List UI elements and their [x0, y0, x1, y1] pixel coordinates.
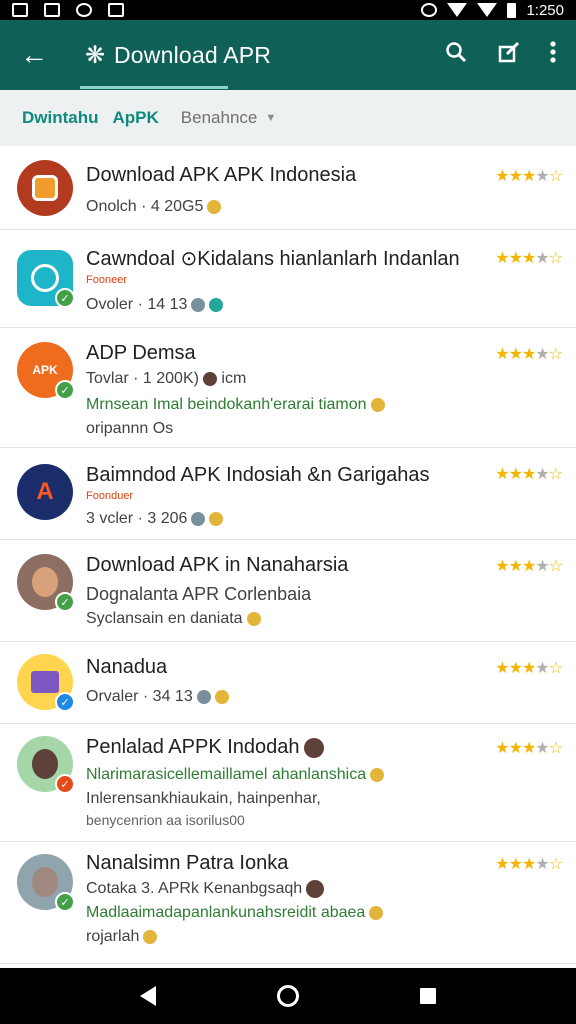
item-subtitle: Dognalanta APR Corlenbaia: [86, 584, 312, 604]
notification-icon: [12, 3, 28, 17]
avatar-icon: [303, 737, 324, 758]
item-title: ADP Demsa: [86, 342, 196, 364]
item-description: Mrnsean Imal beindokanh'erarai tiamon: [86, 396, 385, 414]
back-button[interactable]: ←: [0, 39, 68, 71]
arrow-back-icon: ←: [20, 39, 48, 70]
verified-badge-icon: ✓: [55, 774, 75, 794]
item-description: Syclansain en daniata: [86, 610, 261, 628]
battery-icon: [507, 2, 517, 18]
list-item[interactable]: ✓ Penlalad APPK Indodah Nlarimarasicelle…: [0, 724, 576, 842]
edit-icon: [498, 41, 520, 62]
more-vert-icon: [550, 40, 556, 63]
search-button[interactable]: [444, 40, 468, 71]
share-icon: [196, 689, 211, 704]
title-underline: [80, 86, 228, 89]
share-icon: [191, 297, 206, 312]
list-item[interactable]: APK ✓ ADP Demsa Tovlar · 1 200K) icm Mrn…: [0, 328, 576, 448]
avatar-icon: [306, 880, 325, 898]
rating-stars: ★★★★☆: [495, 466, 563, 483]
coin-icon: [214, 689, 229, 704]
info-badge-icon: ✓: [55, 692, 75, 712]
list-item[interactable]: A Baimndod APK Indosiah &n Garigahas Foo…: [0, 448, 576, 540]
item-title: Baimndod APK Indosiah &n Garigahas: [86, 464, 430, 486]
tab-1[interactable]: Dwintahu: [22, 108, 99, 128]
item-description: Nlarimarasicellemaillamel ahanlanshica: [86, 766, 385, 784]
rating-stars: ★★★★☆: [495, 168, 563, 185]
item-extra: Inlerensankhiaukain, hainpenhar,: [86, 790, 321, 807]
verified-badge-icon: ✓: [55, 380, 75, 400]
chevron-down-icon: ▼: [265, 112, 277, 124]
page-title: Download APR: [114, 41, 272, 68]
verified-badge-icon: ✓: [55, 592, 75, 612]
item-subtitle: Cotaka 3. APRk Kenanbgsaqh: [86, 880, 325, 898]
sort-label: Benahnce: [180, 108, 258, 127]
download-icon: [209, 297, 224, 312]
avatar-icon: [202, 371, 217, 386]
list-item[interactable]: ✓ Cawndoal ⊙Kidalans hianlanlarh Indanla…: [0, 230, 576, 328]
item-tag: Foonduer: [86, 490, 134, 502]
item-title: Penlalad APPK Indodah: [86, 736, 324, 759]
rating-stars: ★★★★☆: [495, 250, 563, 267]
item-extra: oripannn Os: [86, 420, 174, 437]
item-tag: Fooneer: [86, 274, 127, 286]
rating-stars: ★★★★☆: [495, 856, 563, 873]
item-description: Madlaaimadapanlankunahsreidit abaea: [86, 904, 384, 922]
item-meta: Tovlar · 1 200K) icm: [86, 370, 247, 387]
app-list: Download APK APK Indonesia Onolch · 4 20…: [0, 146, 576, 964]
share-icon: [191, 511, 206, 526]
list-item[interactable]: ✓ Nanadua Orvaler · 34 13 ★★★★☆: [0, 642, 576, 724]
wifi-icon: [447, 3, 468, 17]
list-item[interactable]: ✓ Nanalsimn Patra Ionka Cotaka 3. APRk K…: [0, 842, 576, 964]
tab-2[interactable]: ApPK: [113, 108, 159, 128]
status-bar: 1:250: [0, 0, 576, 20]
nav-back-icon[interactable]: [140, 986, 157, 1006]
image-notification-icon: [44, 3, 60, 17]
item-title: Download APK in Nanaharsia: [86, 554, 349, 576]
message-notification-icon: [108, 3, 124, 17]
alarm-icon: [421, 3, 438, 17]
coin-icon: [207, 199, 222, 214]
status-time: 1:250: [526, 1, 564, 19]
nav-home-icon[interactable]: [276, 985, 299, 1007]
coin-icon: [143, 929, 158, 944]
app-bar: ← ❋ Download APR: [0, 20, 576, 90]
list-item[interactable]: Download APK APK Indonesia Onolch · 4 20…: [0, 146, 576, 230]
rating-stars: ★★★★☆: [495, 740, 563, 757]
app-icon: [17, 160, 73, 216]
app-icon: A: [17, 464, 73, 520]
tab-strip: Dwintahu ApPK Benahnce ▼: [0, 90, 576, 146]
item-title: Nanadua: [86, 656, 168, 678]
item-extra: rojarlah: [86, 928, 158, 946]
rating-stars: ★★★★☆: [495, 558, 563, 575]
item-footer: benycenrion aa isorilus00: [86, 812, 245, 828]
item-meta: Ovoler · 14 13: [86, 296, 224, 314]
rating-stars: ★★★★☆: [495, 346, 563, 363]
rating-stars: ★★★★☆: [495, 660, 563, 677]
item-meta: 3 vcler · 3 206: [86, 510, 224, 528]
coin-icon: [370, 397, 385, 412]
coin-icon: [370, 767, 385, 782]
verified-badge-icon: ✓: [55, 892, 75, 912]
nav-recents-icon[interactable]: [419, 988, 436, 1004]
item-title: Cawndoal ⊙Kidalans hianlanlarh Indanlan: [86, 248, 460, 270]
coin-icon: [369, 905, 384, 920]
app-logo-icon: ❋: [84, 41, 106, 69]
item-title: Download APK APK Indonesia: [86, 164, 357, 186]
sort-dropdown[interactable]: Benahnce ▼: [181, 108, 276, 128]
navigation-bar: [0, 968, 576, 1024]
item-meta: Orvaler · 34 13: [86, 688, 229, 706]
overflow-menu-button[interactable]: [550, 40, 556, 70]
item-title: Nanalsimn Patra Ionka: [86, 852, 289, 874]
item-meta: Onolch · 4 20G5: [86, 198, 222, 216]
coin-icon: [209, 511, 224, 526]
edit-button[interactable]: [498, 41, 520, 70]
verified-badge-icon: ✓: [55, 288, 75, 308]
search-icon: [446, 41, 467, 62]
coin-icon: [246, 611, 261, 626]
signal-icon: [477, 3, 498, 17]
list-item[interactable]: ✓ Download APK in Nanaharsia Dognalanta …: [0, 540, 576, 642]
sync-notification-icon: [76, 3, 92, 17]
